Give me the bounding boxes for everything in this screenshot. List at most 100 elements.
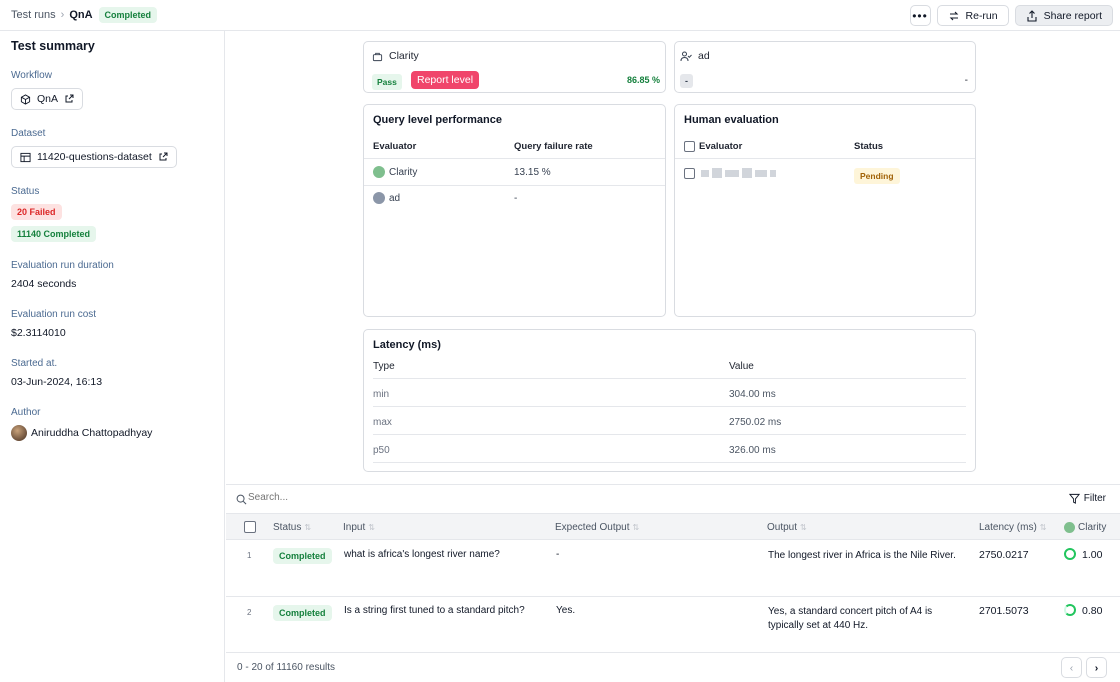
clarity-report-card: Clarity Pass Report level 86.85 % <box>363 41 666 93</box>
share-report-button[interactable]: Share report <box>1014 5 1113 26</box>
col-value: Value <box>729 361 754 372</box>
row-input: what is africa's longest river name? <box>344 549 500 560</box>
dataset-chip[interactable]: 11420-questions-dataset <box>11 146 177 168</box>
row-checkbox[interactable] <box>684 168 695 179</box>
workflow-label: Workflow <box>11 70 52 81</box>
row-latency: 2750.0217 <box>979 549 1029 561</box>
clarity-icon <box>1064 522 1075 533</box>
author-value: Aniruddha Chattopadhyay <box>31 427 153 439</box>
clarity-score: 86.85 % <box>626 75 660 85</box>
score-ring-icon <box>1064 548 1076 560</box>
table-row[interactable]: 1 Completed what is africa's longest riv… <box>226 540 1120 597</box>
author-label: Author <box>11 407 41 418</box>
search-icon <box>236 494 247 505</box>
started-value: 03-Jun-2024, 16:13 <box>11 376 103 388</box>
top-bar: Test runs › QnA Completed ••• Re-run Sha… <box>0 0 1120 31</box>
chevron-left-icon: ‹ <box>1069 661 1074 674</box>
failed-badge[interactable]: 20 Failed <box>11 204 62 220</box>
table-icon <box>20 152 31 162</box>
latency-type: min <box>373 389 390 400</box>
search-input[interactable] <box>248 492 548 503</box>
col-status: Status <box>854 141 884 152</box>
ad-card-title: ad <box>698 50 710 62</box>
header-latency[interactable]: Latency (ms) ⇅ <box>979 522 1047 533</box>
latency-value: 326.00 ms <box>729 445 776 456</box>
evaluator-name: ad <box>389 192 401 204</box>
filter-button[interactable]: Filter <box>1068 493 1106 504</box>
row-index: 2 <box>247 608 252 617</box>
header-expected-output[interactable]: Expected Output ⇅ <box>555 522 639 533</box>
workflow-value: QnA <box>37 93 59 105</box>
ad-badge: - <box>680 74 693 88</box>
clarity-icon <box>372 52 383 61</box>
clarity-pass-badge: Pass <box>372 74 402 90</box>
latency-card: Latency (ms) Type Value min 304.00 ms ma… <box>363 329 976 472</box>
external-link-icon <box>65 94 74 103</box>
external-link-icon <box>159 152 168 161</box>
clarity-card-title: Clarity <box>389 50 419 62</box>
summary-title: Test summary <box>11 39 95 53</box>
header-output[interactable]: Output ⇅ <box>767 522 807 533</box>
breadcrumb-root[interactable]: Test runs <box>11 9 56 21</box>
rerun-label: Re-run <box>965 9 998 22</box>
table-row[interactable]: 2 Completed Is a string first tuned to a… <box>226 597 1120 653</box>
toolbar: ••• Re-run Share report <box>909 5 1113 26</box>
ad-report-card: ad - - <box>674 41 976 93</box>
row-expected: - <box>556 549 560 560</box>
clarity-icon <box>373 166 385 178</box>
search-bar: Filter <box>226 484 1120 513</box>
header-input[interactable]: Input ⇅ <box>343 522 375 533</box>
workflow-icon <box>20 93 31 105</box>
col-type: Type <box>373 361 395 372</box>
started-label: Started at. <box>11 358 58 369</box>
run-status-badge: Completed <box>98 7 158 23</box>
cost-label: Evaluation run cost <box>11 309 97 320</box>
row-expected: Yes. <box>556 605 576 616</box>
rerun-icon <box>949 11 958 20</box>
status-badge: Pending <box>854 168 900 184</box>
redacted-evaluator <box>701 168 776 178</box>
header-status[interactable]: Status ⇅ <box>273 522 311 533</box>
user-check-icon <box>680 51 692 61</box>
human-evaluation-card: Human evaluation Evaluator Status Pendin… <box>674 104 976 317</box>
latency-value: 2750.02 ms <box>729 417 782 428</box>
breadcrumb-current: QnA <box>69 9 93 21</box>
row-status-badge: Completed <box>273 548 332 564</box>
latency-type: max <box>373 417 392 428</box>
row-latency: 2701.5073 <box>979 605 1029 617</box>
report-level-tooltip: Report level <box>411 71 480 89</box>
col-evaluator: Evaluator <box>373 141 417 152</box>
latency-title: Latency (ms) <box>373 339 441 351</box>
rerun-button[interactable]: Re-run <box>936 5 1009 26</box>
more-button[interactable]: ••• <box>909 5 931 26</box>
workflow-chip[interactable]: QnA <box>11 88 84 110</box>
share-icon <box>1027 9 1037 22</box>
pagination-bar: 0 - 20 of 11160 results ‹ › <box>226 653 1120 682</box>
query-performance-card: Query level performance Evaluator Query … <box>363 104 666 317</box>
more-icon: ••• <box>912 8 928 23</box>
query-performance-title: Query level performance <box>373 114 503 126</box>
results-table-header: Status ⇅ Input ⇅ Expected Output ⇅ Output ⇅ … <box>226 513 1120 540</box>
chevron-right-icon: › <box>60 9 65 21</box>
user-icon <box>373 192 385 204</box>
filter-label: Filter <box>1083 493 1106 504</box>
prev-page-button[interactable]: ‹ <box>1061 657 1082 678</box>
failure-rate: 13.15 % <box>514 167 551 178</box>
select-all-rows-checkbox[interactable] <box>244 521 256 533</box>
select-all-checkbox[interactable] <box>684 141 695 152</box>
row-index: 1 <box>247 551 252 560</box>
evaluator-name: Clarity <box>389 166 418 178</box>
row-output: Yes, a standard concert pitch of A4 is t… <box>768 606 933 631</box>
results-count: 0 - 20 of 11160 results <box>237 662 336 673</box>
next-page-button[interactable]: › <box>1086 657 1107 678</box>
dataset-value: 11420-questions-dataset <box>37 151 152 163</box>
completed-badge[interactable]: 11140 Completed <box>11 226 97 242</box>
row-score: 0.80 <box>1082 605 1103 617</box>
dataset-label: Dataset <box>11 128 46 139</box>
col-failure-rate: Query failure rate <box>514 141 593 152</box>
ad-score: - <box>964 75 968 86</box>
test-summary-panel: Test summary Workflow QnA Dataset 11420-… <box>0 31 225 682</box>
row-output: The longest river in Africa is the Nile … <box>768 550 956 561</box>
row-input: Is a string first tuned to a standard pi… <box>344 605 525 616</box>
header-clarity[interactable]: Clarity <box>1064 522 1106 533</box>
